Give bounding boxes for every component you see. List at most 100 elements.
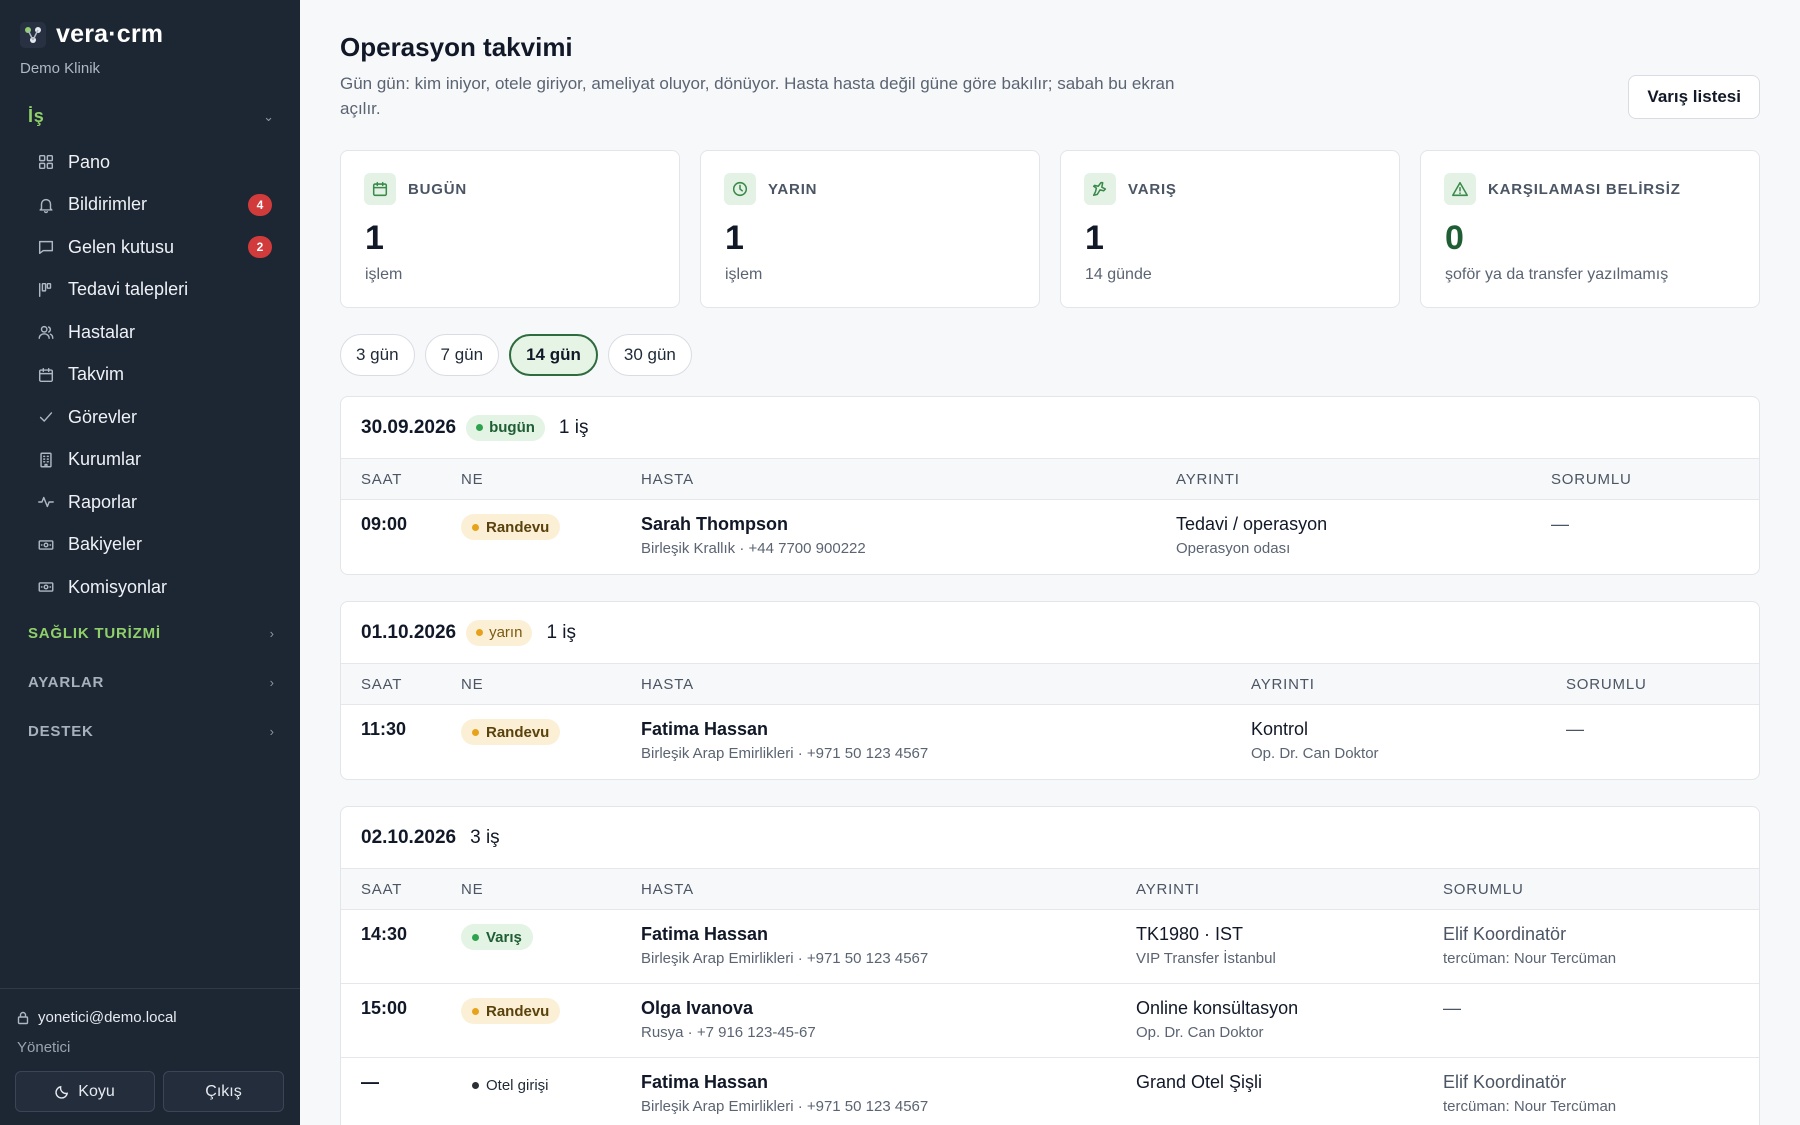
detail-title: TK1980 · IST [1136, 924, 1244, 944]
theme-toggle-label: Koyu [78, 1082, 115, 1100]
stat-card-tomorrow: YARIN 1 işlem [700, 150, 1040, 308]
patient-name[interactable]: Sarah Thompson [641, 514, 866, 535]
sidebar-item-kurumlar[interactable]: Kurumlar [26, 439, 276, 482]
col-time: SAAT [361, 881, 403, 898]
plane-icon [1084, 173, 1116, 205]
stat-label: VARIŞ [1128, 180, 1177, 198]
theme-toggle-button[interactable]: Koyu [15, 1071, 155, 1112]
col-patient: HASTA [641, 471, 694, 488]
sidebar-item-label: Komisyonlar [68, 576, 168, 597]
row-time: 15:00 [361, 998, 408, 1018]
detail-title: Kontrol [1251, 719, 1309, 739]
detail-sub: Op. Dr. Can Doktor [1251, 745, 1379, 762]
grid-icon [36, 152, 56, 172]
patient-name[interactable]: Olga Ivanova [641, 998, 816, 1019]
table-header: SAAT NE HASTA AYRINTI SORUMLU [341, 664, 1759, 705]
sidebar-item-label: Görevler [68, 406, 138, 427]
day-count: 3 iş [470, 826, 500, 848]
row-time: 09:00 [361, 514, 408, 534]
lock-icon [17, 1011, 29, 1024]
nav-group-destek[interactable]: DESTEK › [28, 723, 274, 740]
table-row[interactable]: 14:30 Varış Fatima Hassan Birleşik Arap … [341, 910, 1759, 984]
type-label: Varış [486, 928, 522, 946]
detail-title: Online konsültasyon [1136, 998, 1299, 1018]
sidebar-item-raporlar[interactable]: Raporlar [26, 481, 276, 524]
sidebar-item-takvim[interactable]: Takvim [26, 354, 276, 397]
clock-icon [724, 173, 756, 205]
logo-icon [20, 21, 46, 48]
users-icon [36, 322, 56, 342]
chevron-right-icon: › [269, 675, 274, 690]
day-card: 02.10.2026 3 iş SAAT NE HASTA AYRINTI SO… [340, 806, 1760, 1125]
patient-name[interactable]: Fatima Hassan [641, 719, 928, 740]
owner-sub: tercüman: Nour Tercüman [1443, 1098, 1617, 1115]
sidebar-item-bakiyeler[interactable]: Bakiyeler [26, 524, 276, 567]
stat-value: 0 [1445, 219, 1464, 257]
col-detail: AYRINTI [1176, 471, 1240, 488]
banknote-icon [36, 535, 56, 555]
user-role: Yönetici [17, 1039, 71, 1056]
detail-title: Grand Otel Şişli [1136, 1072, 1263, 1092]
brand[interactable]: vera·crm [20, 20, 163, 49]
arrival-list-button[interactable]: Varış listesi [1628, 75, 1760, 119]
stat-card-today: BUGÜN 1 işlem [340, 150, 680, 308]
nav-group-ayarlar[interactable]: AYARLAR › [28, 674, 274, 691]
col-what: NE [461, 881, 484, 898]
stat-caption: 14 günde [1085, 266, 1152, 283]
sidebar-item-label: Bakiyeler [68, 534, 143, 555]
nav-group-is[interactable]: İş ⌄ [28, 106, 274, 127]
sidebar-item-tedavi-talepleri[interactable]: Tedavi talepleri [26, 269, 276, 312]
col-detail: AYRINTI [1251, 676, 1315, 693]
day-tag: yarın [466, 619, 533, 646]
detail-sub: Operasyon odası [1176, 540, 1291, 557]
stat-caption: işlem [365, 266, 403, 283]
chevron-right-icon: › [269, 724, 274, 739]
table-header: SAAT NE HASTA AYRINTI SORUMLU [341, 459, 1759, 500]
table-row[interactable]: 09:00 Randevu Sarah Thompson Birleşik Kr… [341, 500, 1759, 574]
day-tag-label: yarın [489, 624, 523, 641]
day-count: 1 iş [546, 621, 577, 643]
range-3-days[interactable]: 3 gün [340, 334, 415, 376]
sidebar-item-hastalar[interactable]: Hastalar [26, 311, 276, 354]
range-filter: 3 gün 7 gün 14 gün 30 gün [340, 334, 692, 376]
notification-badge: 4 [248, 193, 272, 216]
sidebar-item-gelen-kutusu[interactable]: Gelen kutusu 2 [26, 226, 276, 269]
sidebar-nav: Pano Bildirimler 4 Gelen kutusu 2 Tedavi… [26, 141, 276, 609]
org-name: Demo Klinik [20, 60, 101, 77]
range-30-days[interactable]: 30 gün [607, 334, 692, 376]
user-email: yonetici@demo.local [38, 1009, 177, 1026]
sidebar-item-komisyonlar[interactable]: Komisyonlar [26, 566, 276, 609]
day-date: 30.09.2026 [361, 416, 457, 438]
calendar-icon [36, 365, 56, 385]
patient-name[interactable]: Fatima Hassan [641, 924, 928, 945]
day-tag: bugün [466, 414, 545, 441]
owner-name: — [1566, 719, 1584, 739]
nav-group-saglik-turizmi[interactable]: SAĞLIK TURİZMİ › [28, 625, 274, 642]
logout-button[interactable]: Çıkış [163, 1071, 284, 1112]
stat-cards: BUGÜN 1 işlem YARIN 1 işlem VARIŞ 1 14 g… [340, 150, 1760, 308]
patient-name[interactable]: Fatima Hassan [641, 1072, 928, 1093]
col-patient: HASTA [641, 676, 694, 693]
type-badge: Varış [461, 924, 533, 950]
table-row[interactable]: — Otel girişi Fatima Hassan Birleşik Ara… [341, 1058, 1759, 1125]
sidebar-item-bildirimler[interactable]: Bildirimler 4 [26, 184, 276, 227]
sidebar-item-label: Raporlar [68, 491, 138, 512]
col-time: SAAT [361, 471, 403, 488]
table-row[interactable]: 11:30 Randevu Fatima Hassan Birleşik Ara… [341, 705, 1759, 779]
check-icon [36, 407, 56, 427]
detail-sub: VIP Transfer İstanbul [1136, 950, 1276, 967]
range-14-days[interactable]: 14 gün [509, 334, 598, 376]
type-label: Randevu [486, 518, 550, 536]
sidebar-item-gorevler[interactable]: Görevler [26, 396, 276, 439]
sidebar-item-pano[interactable]: Pano [26, 141, 276, 184]
user-account: yonetici@demo.local [16, 1009, 177, 1026]
moon-icon [55, 1085, 69, 1099]
stat-card-uncertain-pickup: KARŞILAMASI BELİRSİZ 0 şoför ya da trans… [1420, 150, 1760, 308]
stat-card-arrival: VARIŞ 1 14 günde [1060, 150, 1400, 308]
row-time: — [361, 1072, 379, 1092]
stat-label: KARŞILAMASI BELİRSİZ [1488, 180, 1681, 198]
table-row[interactable]: 15:00 Randevu Olga Ivanova Rusya · +7 91… [341, 984, 1759, 1058]
range-7-days[interactable]: 7 gün [424, 334, 500, 376]
day-count: 1 iş [558, 416, 589, 438]
nav-group-label: DESTEK [28, 723, 94, 740]
